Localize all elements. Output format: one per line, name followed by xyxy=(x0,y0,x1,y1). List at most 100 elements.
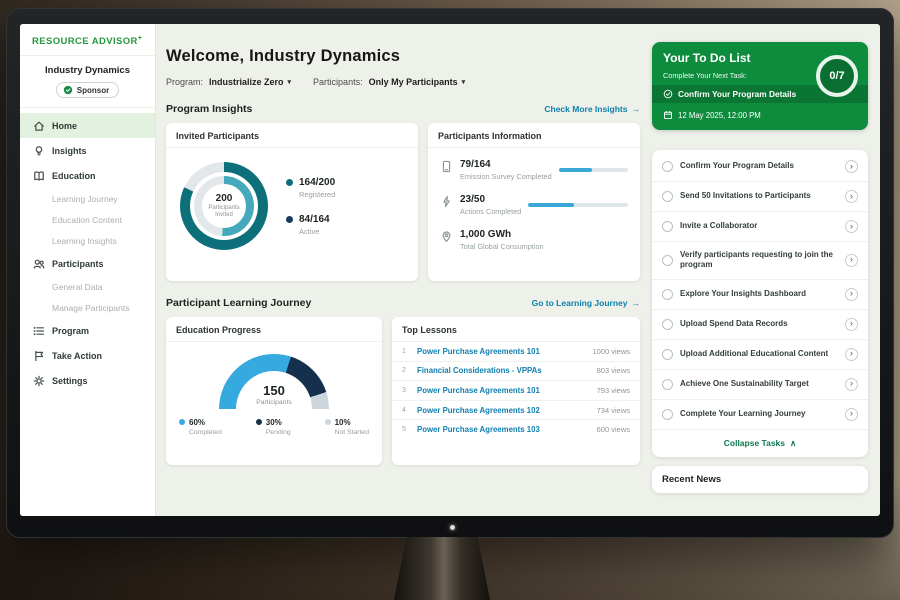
gear-icon xyxy=(33,375,45,387)
sidebar: RESOURCE ADVISOR+ Industry Dynamics Spon… xyxy=(20,24,156,516)
education-icon xyxy=(33,170,45,182)
legend-item-completed: 60% Completed xyxy=(179,418,222,436)
sidebar-item-program[interactable]: Program xyxy=(20,318,155,343)
lesson-views: 803 views xyxy=(597,366,630,375)
lesson-views: 600 views xyxy=(597,425,630,434)
task-checkbox[interactable] xyxy=(662,379,673,390)
sidebar-item-take-action[interactable]: Take Action xyxy=(20,343,155,368)
todo-panel: Your To Do List 0/7 Complete Your Next T… xyxy=(652,42,868,493)
task-checkbox[interactable] xyxy=(662,191,673,202)
todo-summary-card: Your To Do List 0/7 Complete Your Next T… xyxy=(652,42,868,130)
invited-donut-center: 200 Participants Invited xyxy=(202,184,246,228)
sidebar-item-settings[interactable]: Settings xyxy=(20,368,155,393)
progress-bar xyxy=(559,168,628,172)
legend-dot xyxy=(286,216,293,223)
go-to-learning-journey-link[interactable]: Go to Learning Journey→ xyxy=(532,298,640,308)
lesson-link[interactable]: Power Purchase Agreements 103 xyxy=(417,425,590,434)
arrow-right-icon: → xyxy=(632,104,641,114)
lesson-row: 2 Financial Considerations - VPPAs 803 v… xyxy=(392,362,640,382)
task-checkbox[interactable] xyxy=(662,221,673,232)
stat-actions-completed: 23/50 Actions Completed xyxy=(440,194,628,216)
task-row[interactable]: Upload Spend Data Records › xyxy=(652,310,868,340)
sidebar-item-label: Program xyxy=(52,326,89,336)
participants-filter-dropdown[interactable]: Only My Participants ▾ xyxy=(369,77,466,87)
task-checkbox[interactable] xyxy=(662,255,673,266)
participants-information-card: Participants Information 79/164 Emission… xyxy=(428,123,640,281)
screen: RESOURCE ADVISOR+ Industry Dynamics Spon… xyxy=(20,24,880,516)
task-row[interactable]: Complete Your Learning Journey › xyxy=(652,400,868,430)
program-insights-cards: Invited Participants 200 Participants In… xyxy=(166,123,640,281)
todo-subtitle: Complete Your Next Task: xyxy=(663,71,857,80)
task-row[interactable]: Explore Your Insights Dashboard › xyxy=(652,280,868,310)
task-row[interactable]: Verify participants requesting to join t… xyxy=(652,242,868,280)
task-row[interactable]: Confirm Your Program Details › xyxy=(652,152,868,182)
chevron-right-icon[interactable]: › xyxy=(845,408,858,421)
sidebar-item-insights[interactable]: Insights xyxy=(20,138,155,163)
education-gauge-center: 150 Participants xyxy=(166,383,382,406)
recent-news-header[interactable]: Recent News xyxy=(652,466,868,493)
task-row[interactable]: Upload Additional Educational Content › xyxy=(652,340,868,370)
education-progress-card: Education Progress 150 Participants xyxy=(166,317,382,465)
sidebar-item-label: Participants xyxy=(52,259,104,269)
sidebar-item-label: Settings xyxy=(52,376,88,386)
lesson-rank: 3 xyxy=(402,387,410,394)
flag-icon xyxy=(33,350,45,362)
task-row[interactable]: Invite a Collaborator › xyxy=(652,212,868,242)
invited-participants-card: Invited Participants 200 Participants In… xyxy=(166,123,418,281)
sponsor-badge[interactable]: Sponsor xyxy=(56,82,119,98)
arrow-right-icon: → xyxy=(632,298,641,308)
sidebar-item-education[interactable]: Education xyxy=(20,163,155,188)
task-row[interactable]: Send 50 Invitations to Participants › xyxy=(652,182,868,212)
chevron-right-icon[interactable]: › xyxy=(845,190,858,203)
task-row[interactable]: Achieve One Sustainability Target › xyxy=(652,370,868,400)
task-checkbox[interactable] xyxy=(662,289,673,300)
chevron-right-icon[interactable]: › xyxy=(845,288,858,301)
legend-dot xyxy=(179,419,185,425)
sidebar-item-learning-journey[interactable]: Learning Journey xyxy=(20,188,155,209)
sidebar-item-learning-insights[interactable]: Learning Insights xyxy=(20,230,155,251)
sidebar-item-home[interactable]: Home xyxy=(20,113,155,138)
program-filter-label: Program: xyxy=(166,77,203,87)
monitor-frame: RESOURCE ADVISOR+ Industry Dynamics Spon… xyxy=(6,8,894,538)
sidebar-item-manage-participants[interactable]: Manage Participants xyxy=(20,297,155,318)
chevron-right-icon[interactable]: › xyxy=(845,220,858,233)
lesson-link[interactable]: Financial Considerations - VPPAs xyxy=(417,366,590,375)
education-legend: 60% Completed 30% Pending xyxy=(166,418,382,436)
invited-donut-chart: 200 Participants Invited xyxy=(180,162,268,250)
chevron-right-icon[interactable]: › xyxy=(845,318,858,331)
check-more-insights-link[interactable]: Check More Insights→ xyxy=(544,104,640,114)
check-circle-icon xyxy=(663,89,673,99)
survey-icon xyxy=(440,160,453,173)
program-filter-value: Industrialize Zero xyxy=(209,77,284,87)
learning-journey-cards: Education Progress 150 Participants xyxy=(166,317,640,465)
lesson-link[interactable]: Power Purchase Agreements 102 xyxy=(417,406,590,415)
filters-bar: Program: Industrialize Zero ▾ Participan… xyxy=(166,77,646,87)
lesson-link[interactable]: Power Purchase Agreements 101 xyxy=(417,347,585,356)
program-filter-dropdown[interactable]: Industrialize Zero ▾ xyxy=(209,77,291,87)
home-icon xyxy=(33,120,45,132)
chevron-right-icon[interactable]: › xyxy=(845,378,858,391)
app-logo: RESOURCE ADVISOR+ xyxy=(20,24,155,56)
chevron-right-icon[interactable]: › xyxy=(845,348,858,361)
card-title: Participants Information xyxy=(428,123,640,148)
task-checkbox[interactable] xyxy=(662,319,673,330)
lesson-views: 793 views xyxy=(597,386,630,395)
task-checkbox[interactable] xyxy=(662,349,673,360)
monitor-stand xyxy=(394,537,490,600)
sidebar-item-participants[interactable]: Participants xyxy=(20,251,155,276)
legend-item-registered: 164/200 Registered xyxy=(286,177,335,199)
location-pin-icon xyxy=(440,230,453,243)
chevron-right-icon[interactable]: › xyxy=(845,160,858,173)
sidebar-item-education-content[interactable]: Education Content xyxy=(20,209,155,230)
legend-dot xyxy=(325,419,331,425)
sidebar-item-general-data[interactable]: General Data xyxy=(20,276,155,297)
legend-item-active: 84/164 Active xyxy=(286,214,335,236)
chevron-right-icon[interactable]: › xyxy=(845,254,858,267)
lesson-rank: 2 xyxy=(402,367,410,374)
task-checkbox[interactable] xyxy=(662,409,673,420)
task-checkbox[interactable] xyxy=(662,161,673,172)
card-title: Education Progress xyxy=(166,317,382,342)
collapse-tasks-link[interactable]: Collapse Tasks ∧ xyxy=(652,430,868,457)
chevron-up-icon: ∧ xyxy=(790,438,796,449)
lesson-link[interactable]: Power Purchase Agreements 101 xyxy=(417,386,590,395)
